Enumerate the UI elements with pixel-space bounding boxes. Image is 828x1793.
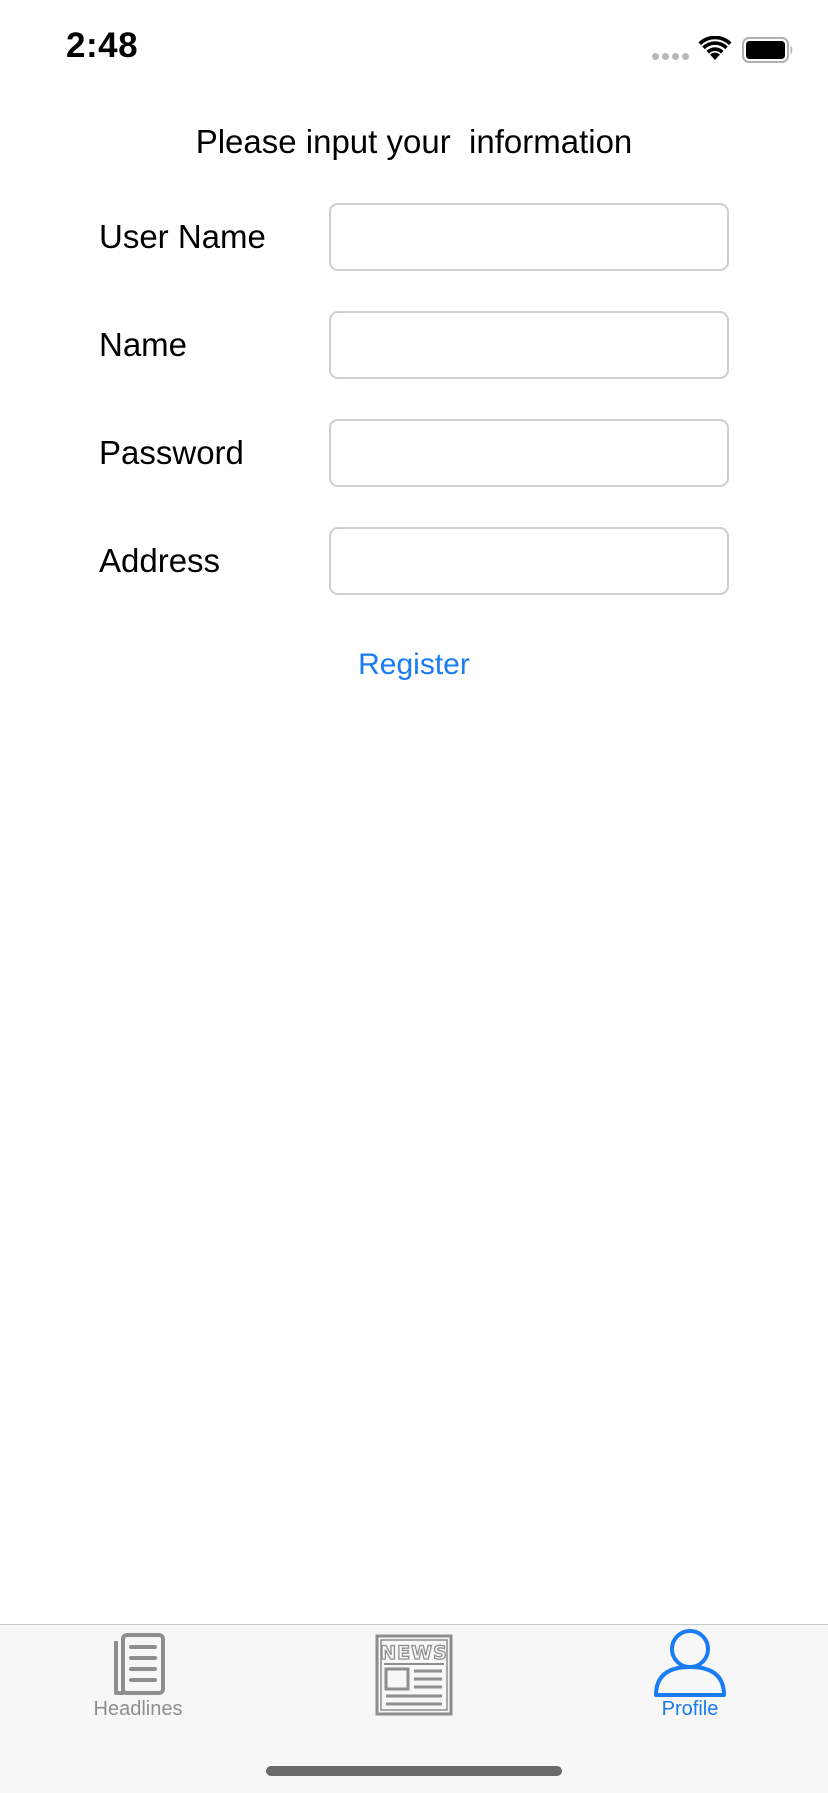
news-icon: NEWS [375,1634,453,1716]
username-input[interactable] [329,203,729,271]
password-input[interactable] [329,419,729,487]
tab-headlines-label: Headlines [93,1698,183,1720]
password-row: Password [0,419,828,487]
wifi-icon [698,36,732,60]
headlines-icon [114,1633,165,1695]
name-input[interactable] [329,311,729,379]
username-label: User Name [99,218,266,255]
status-time: 2:48 [66,26,139,65]
name-row: Name [0,311,828,379]
home-indicator[interactable] [266,1766,562,1776]
tab-profile[interactable]: Profile [552,1625,828,1735]
form-title: Please input your information [195,123,633,160]
register-button[interactable]: Register [314,640,514,690]
address-input[interactable] [329,527,729,595]
status-bar: 2:48 [0,0,828,96]
tab-news[interactable]: NEWS [276,1625,552,1735]
svg-text:NEWS: NEWS [380,1642,448,1664]
address-row: Address [0,527,828,595]
tab-profile-label: Profile [661,1698,719,1720]
address-label: Address [99,542,221,579]
name-label: Name [99,326,188,363]
tab-headlines[interactable]: Headlines [0,1625,276,1735]
password-label: Password [99,434,244,471]
username-row: User Name [0,203,828,271]
cellular-signal-icon [652,53,689,60]
profile-icon [654,1629,726,1697]
battery-icon [742,37,793,63]
